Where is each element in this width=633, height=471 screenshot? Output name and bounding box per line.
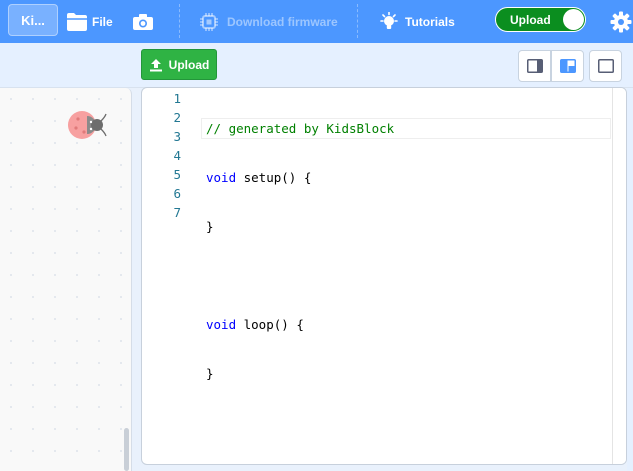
- code-text: }: [206, 219, 214, 234]
- download-firmware-button[interactable]: Download firmware: [199, 0, 338, 43]
- code-line: void setup() {: [206, 168, 610, 187]
- upload-mode-toggle[interactable]: Upload: [495, 7, 586, 32]
- code-line: // generated by KidsBlock: [201, 118, 611, 139]
- upload-button[interactable]: Upload: [141, 49, 217, 80]
- download-firmware-label: Download firmware: [227, 14, 338, 29]
- editor-scrollbar[interactable]: [612, 88, 626, 464]
- camera-icon: [133, 13, 153, 30]
- right-margin: [627, 88, 633, 471]
- stage-pane[interactable]: [0, 88, 132, 471]
- code-comment: // generated by KidsBlock: [206, 121, 395, 136]
- menu-bar: Ki... File Download firmware Tutorials U…: [0, 0, 633, 43]
- code-keyword: void: [206, 170, 237, 185]
- upload-mode-label: Upload: [510, 13, 551, 27]
- line-number-gutter: 1 2 3 4 5 6 7: [142, 89, 188, 222]
- line-number: 2: [173, 110, 181, 125]
- lightbulb-icon: [380, 11, 398, 29]
- code-text: }: [206, 366, 214, 381]
- code-text-area[interactable]: // generated by KidsBlock void setup() {…: [201, 89, 611, 462]
- small-stage-layout-icon: [526, 59, 543, 73]
- layout-normal-stage-button[interactable]: [551, 50, 584, 82]
- tutorials-button[interactable]: Tutorials: [379, 0, 455, 43]
- upload-arrow-icon: [149, 58, 162, 71]
- editor-toolbar: Upload: [0, 43, 633, 88]
- menu-divider: [357, 4, 358, 38]
- stage-scrollbar[interactable]: [124, 428, 129, 471]
- folder-icon: [67, 12, 87, 31]
- code-line: void loop() {: [206, 315, 610, 334]
- line-number: 6: [173, 186, 181, 201]
- tutorials-label: Tutorials: [405, 14, 455, 29]
- file-menu-label: File: [92, 14, 113, 29]
- layout-small-stage-button[interactable]: [518, 50, 551, 82]
- code-line: }: [206, 217, 610, 236]
- ladybug-icon[interactable]: [66, 108, 110, 142]
- line-number: 7: [173, 205, 181, 220]
- layout-fullscreen-button[interactable]: [589, 50, 622, 82]
- menu-divider: [179, 4, 180, 38]
- line-number: 1: [173, 91, 181, 106]
- upload-button-label: Upload: [168, 57, 210, 72]
- app-logo-button[interactable]: Ki...: [8, 4, 58, 36]
- code-text: setup() {: [236, 170, 312, 185]
- normal-stage-layout-icon: [559, 59, 576, 73]
- code-line: }: [206, 364, 610, 383]
- code-editor[interactable]: 1 2 3 4 5 6 7 // generated by KidsBlock …: [141, 87, 627, 465]
- toggle-knob: [563, 9, 584, 30]
- line-number: 3: [173, 129, 181, 144]
- code-text: loop() {: [236, 317, 304, 332]
- line-number: 5: [173, 167, 181, 182]
- line-number: 4: [173, 148, 181, 163]
- file-menu[interactable]: File: [66, 0, 113, 43]
- chip-icon: [200, 12, 218, 31]
- gear-icon: [610, 11, 632, 32]
- app-logo-label: Ki...: [21, 12, 45, 28]
- code-keyword: void: [206, 317, 237, 332]
- fullscreen-layout-icon: [597, 59, 614, 73]
- settings-button[interactable]: [610, 0, 632, 43]
- screenshot-button[interactable]: [132, 0, 154, 43]
